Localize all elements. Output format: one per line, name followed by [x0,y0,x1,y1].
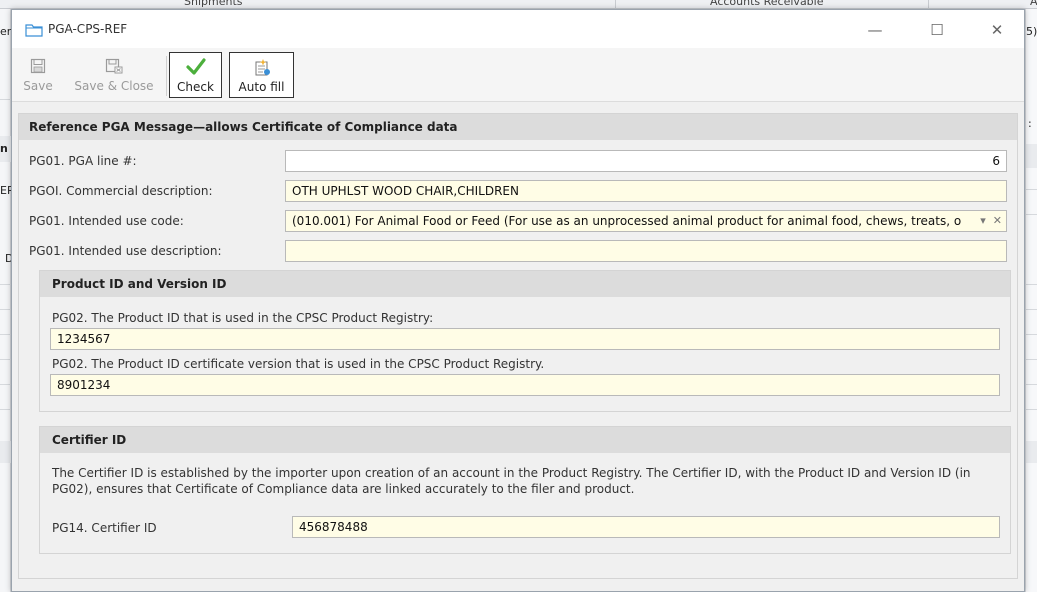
intended-use-description-field[interactable] [285,240,1007,262]
background-divider [0,384,11,385]
certifier-id-label: PG14. Certifier ID [52,521,157,535]
background-left-strip: er n ER D [0,9,15,592]
close-icon: ✕ [990,21,1004,39]
close-button[interactable]: ✕ [982,18,1012,42]
clear-icon[interactable]: ✕ [993,214,1002,227]
dialog-titlebar[interactable]: PGA-CPS-REF — ☐ ✕ [12,10,1024,48]
background-divider [1026,359,1037,360]
reference-pga-panel: Reference PGA Message—allows Certificate… [18,113,1018,579]
background-divider [1026,284,1037,285]
background-fragment: er [0,25,12,38]
toolbar: Save Save & Close Check Auto fill [12,48,1024,102]
intended-use-code-label: PG01. Intended use code: [29,214,184,228]
product-id-section-header: Product ID and Version ID [40,271,1010,297]
certifier-id-section: Certifier ID The Certifier ID is establi… [39,426,1011,554]
background-divider [0,309,11,310]
folder-icon [25,24,43,37]
intended-use-description-label: PG01. Intended use description: [29,244,222,258]
background-divider [1026,409,1037,410]
background-band [1026,441,1037,463]
background-divider [0,409,11,410]
certifier-id-section-header: Certifier ID [40,427,1010,453]
save-and-close-button[interactable]: Save & Close [64,52,164,98]
pga-line-field[interactable]: 6 [285,150,1007,172]
background-divider [0,99,11,100]
background-divider [1026,384,1037,385]
background-fragment: : [1028,117,1032,130]
background-tab-shipments[interactable]: Shipments [184,0,243,8]
toolbar-separator [166,56,167,96]
save-button[interactable]: Save [16,52,60,98]
product-id-label: PG02. The Product ID that is used in the… [52,311,434,325]
version-id-field[interactable]: 8901234 [50,374,1000,396]
pga-cps-ref-dialog: PGA-CPS-REF — ☐ ✕ Save Save & Close Chec… [11,9,1025,592]
check-button[interactable]: Check [169,52,222,98]
checkmark-icon [185,57,206,77]
save-close-icon [105,56,123,76]
background-divider [1026,334,1037,335]
save-label: Save [23,79,53,93]
background-divider [0,359,11,360]
auto-fill-label: Auto fill [238,80,285,94]
maximize-icon: ☐ [930,21,944,39]
certifier-description: The Certifier ID is established by the i… [52,466,971,496]
background-divider [0,284,11,285]
background-tab-divider [928,0,929,8]
reference-pga-header: Reference PGA Message—allows Certificate… [19,114,1017,140]
check-label: Check [177,80,214,94]
auto-fill-icon [253,57,271,77]
product-id-field[interactable]: 1234567 [50,328,1000,350]
version-id-label: PG02. The Product ID certificate version… [52,357,545,371]
save-close-label: Save & Close [74,79,154,93]
background-band [1026,144,1037,168]
dialog-title: PGA-CPS-REF [48,22,128,36]
intended-use-code-combo[interactable]: (010.001) For Animal Food or Feed (For u… [285,210,1007,232]
maximize-button[interactable]: ☐ [922,18,952,42]
auto-fill-button[interactable]: Auto fill [229,52,294,98]
save-icon [30,56,46,76]
background-tab-more[interactable]: A [1030,0,1037,8]
background-fragment: n [0,142,8,155]
background-band [0,441,11,463]
commercial-description-field[interactable]: OTH UPHLST WOOD CHAIR,CHILDREN [285,180,1007,202]
minimize-button[interactable]: — [860,18,890,42]
background-tab-accounts-receivable[interactable]: Accounts Receivable [710,0,824,8]
background-tab-bar: Shipments Accounts Receivable A [0,0,1037,9]
background-divider [1026,309,1037,310]
product-id-section: Product ID and Version ID PG02. The Prod… [39,270,1011,412]
background-tab-divider [615,0,616,8]
background-divider [0,334,11,335]
pga-line-label: PG01. PGA line #: [29,154,137,168]
certifier-id-field[interactable]: 456878488 [292,516,1000,538]
commercial-description-label: PGOI. Commercial description: [29,184,213,198]
combo-controls: ▾ ✕ [976,214,1002,227]
background-fragment: 5) [1026,25,1037,38]
minimize-icon: — [867,21,883,39]
chevron-down-icon[interactable]: ▾ [980,214,986,227]
intended-use-code-value: (010.001) For Animal Food or Feed (For u… [292,214,962,228]
background-right-strip: 5) : [1025,9,1037,592]
background-divider [1026,189,1037,190]
background-divider [1026,214,1037,215]
